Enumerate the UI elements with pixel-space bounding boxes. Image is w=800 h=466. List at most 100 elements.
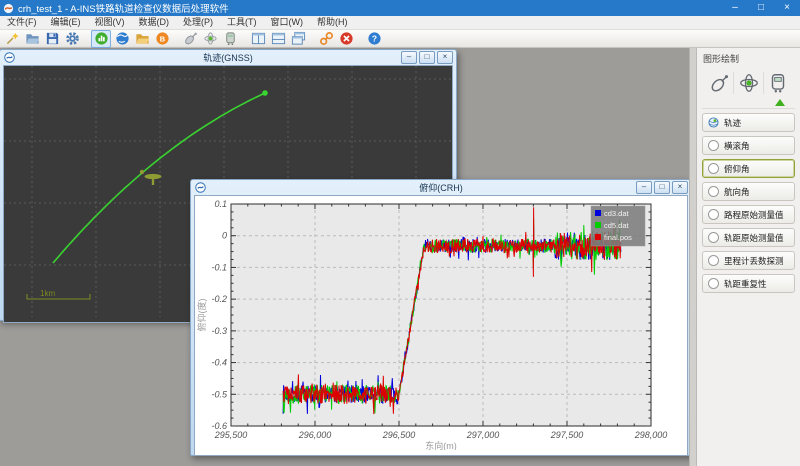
y-tick-label: -0.3 <box>211 326 227 336</box>
gnss-close-button[interactable]: × <box>437 51 453 64</box>
gyroscope-icon[interactable] <box>201 31 219 47</box>
plot-type-item-7[interactable]: 轨距重复性 <box>702 274 795 293</box>
plot-type-item-1[interactable]: 横滚角 <box>702 136 795 155</box>
gnss-minimize-button[interactable]: – <box>401 51 417 64</box>
x-tick-label: 297,000 <box>466 430 500 440</box>
mode-gyroscope-button[interactable] <box>736 70 762 96</box>
minimize-button[interactable]: – <box>722 0 748 16</box>
svg-text:B: B <box>159 34 165 43</box>
google-earth-icon[interactable] <box>113 31 131 47</box>
mode-satellite-dish-button[interactable] <box>706 70 732 96</box>
plot-type-label: 航向角 <box>724 186 750 198</box>
pitch-window-icon <box>195 182 206 193</box>
pitch-minimize-button[interactable]: – <box>636 181 652 194</box>
menu-item-1[interactable]: 编辑(E) <box>44 16 88 29</box>
mode-train-button[interactable] <box>765 70 791 96</box>
x-tick-label: 296,500 <box>382 430 416 440</box>
legend: cd3.datcd5.datfinal.pos <box>591 206 645 246</box>
menu-item-2[interactable]: 视图(V) <box>88 16 132 29</box>
train-icon[interactable] <box>221 31 239 47</box>
plot-type-item-6[interactable]: 里程计丢数探测 <box>702 251 795 270</box>
help-icon[interactable]: ? <box>365 31 383 47</box>
close-button[interactable]: × <box>774 0 800 16</box>
save-icon[interactable] <box>43 31 61 47</box>
folder-icon[interactable] <box>133 31 151 47</box>
gnss-titlebar[interactable]: 轨迹(GNSS) – □ × <box>3 50 453 65</box>
panel-header: 图形绘制 <box>703 52 795 65</box>
mode-separator <box>733 72 734 94</box>
y-tick-label: -0.1 <box>211 262 227 272</box>
magic-wand-icon[interactable] <box>3 31 21 47</box>
gnss-window-icon <box>4 52 15 63</box>
plot-type-radio-1[interactable] <box>708 140 719 151</box>
legend-entry-2: final.pos <box>604 233 632 242</box>
app-titlebar[interactable]: crh_test_1 - A-INS铁路轨道检查仪数据后处理软件 – □ × <box>0 0 800 16</box>
pitch-plot-area[interactable]: 295,500296,000296,500297,000297,500298,0… <box>194 195 688 456</box>
menu-item-3[interactable]: 数据(D) <box>132 16 177 29</box>
menu-item-4[interactable]: 处理(P) <box>176 16 220 29</box>
menu-item-5[interactable]: 工具(T) <box>220 16 264 29</box>
plot-type-radio-3[interactable] <box>708 186 719 197</box>
menu-item-0[interactable]: 文件(F) <box>0 16 44 29</box>
plot-type-radio-4[interactable] <box>708 209 719 220</box>
y-tick-label: -0.4 <box>211 358 227 368</box>
plot-type-radio-5[interactable] <box>708 232 719 243</box>
plot-type-item-3[interactable]: 航向角 <box>702 182 795 201</box>
badge-b-icon[interactable]: B <box>153 31 171 47</box>
tile-horizontal-icon[interactable] <box>269 31 287 47</box>
link-icon[interactable] <box>317 31 335 47</box>
pitch-maximize-button[interactable]: □ <box>654 181 670 194</box>
satellite-dish-icon[interactable] <box>181 31 199 47</box>
menu-item-6[interactable]: 窗口(W) <box>264 16 311 29</box>
y-tick-label: -0.6 <box>211 421 227 431</box>
toolbar: B ? <box>0 30 800 48</box>
trajectory-globe-icon <box>708 117 719 128</box>
app-window: crh_test_1 - A-INS铁路轨道检查仪数据后处理软件 – □ × 文… <box>0 0 800 466</box>
y-tick-label: 0.1 <box>214 199 227 209</box>
menu-item-7[interactable]: 帮助(H) <box>310 16 355 29</box>
pitch-close-button[interactable]: × <box>672 181 688 194</box>
plot-type-item-2[interactable]: 俯仰角 <box>702 159 795 178</box>
y-tick-label: -0.5 <box>211 389 228 399</box>
panel-splitter[interactable] <box>689 48 696 466</box>
plot-type-radio-2[interactable] <box>708 163 719 174</box>
plot-type-item-0[interactable]: 轨迹 <box>702 113 795 132</box>
pitch-chart: 295,500296,000296,500297,000297,500298,0… <box>195 196 688 450</box>
y-tick-label: 0 <box>222 231 227 241</box>
pitch-titlebar[interactable]: 俯仰(CRH) – □ × <box>194 180 688 195</box>
plot-panel: 图形绘制 轨迹横滚角俯仰角航向角路程原始测量值轨距原始测量值里程计丢数探测轨距重… <box>696 48 800 466</box>
app-icon <box>3 3 14 14</box>
mode-separator <box>763 72 764 94</box>
plot-type-label: 横滚角 <box>724 140 750 152</box>
window-title: crh_test_1 - A-INS铁路轨道检查仪数据后处理软件 <box>18 1 229 15</box>
plot-type-label: 路程原始测量值 <box>724 209 784 221</box>
tile-vertical-icon[interactable] <box>249 31 267 47</box>
plot-type-radio-6[interactable] <box>708 255 719 266</box>
plot-chart-icon[interactable] <box>91 30 111 48</box>
plot-type-radio-7[interactable] <box>708 278 719 289</box>
legend-entry-1: cd5.dat <box>604 221 630 230</box>
menubar: 文件(F)编辑(E)视图(V)数据(D)处理(P)工具(T)窗口(W)帮助(H) <box>0 16 800 30</box>
y-tick-label: -0.2 <box>211 294 227 304</box>
plot-type-label: 里程计丢数探测 <box>724 255 784 267</box>
x-tick-label: 298,000 <box>634 430 668 440</box>
maximize-button[interactable]: □ <box>748 0 774 16</box>
cascade-windows-icon[interactable] <box>289 31 307 47</box>
plot-type-item-4[interactable]: 路程原始测量值 <box>702 205 795 224</box>
x-axis-label: 东向(m) <box>425 440 457 450</box>
plot-type-label: 轨距原始测量值 <box>724 232 784 244</box>
open-folder-icon[interactable] <box>23 31 41 47</box>
plot-type-label: 轨距重复性 <box>724 278 767 290</box>
x-tick-label: 296,000 <box>298 430 332 440</box>
gnss-window-title: 轨迹(GNSS) <box>3 51 453 64</box>
y-axis-label: 俯仰(度) <box>196 299 207 332</box>
mode-row <box>702 69 795 109</box>
settings-gear-icon[interactable] <box>63 31 81 47</box>
active-mode-indicator <box>775 99 785 106</box>
scale-bar-label: 1km <box>40 289 55 298</box>
x-tick-label: 297,500 <box>550 430 584 440</box>
gnss-maximize-button[interactable]: □ <box>419 51 435 64</box>
plot-type-item-5[interactable]: 轨距原始测量值 <box>702 228 795 247</box>
close-red-icon[interactable] <box>337 31 355 47</box>
plot-type-label: 轨迹 <box>724 117 741 129</box>
